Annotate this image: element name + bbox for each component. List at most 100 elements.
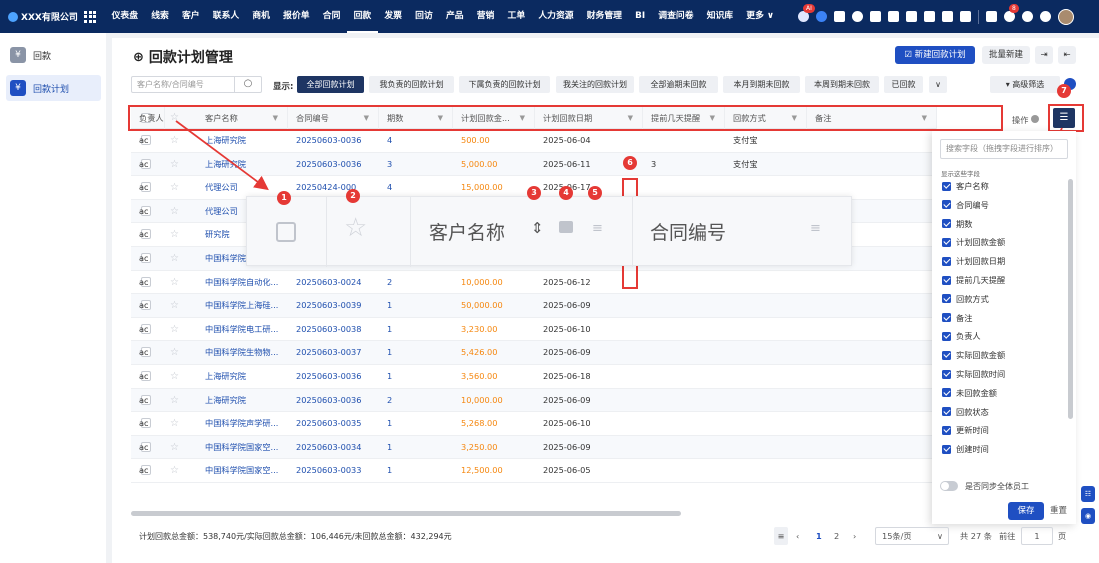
nav-item[interactable]: 报价单 — [277, 0, 317, 33]
star-icon[interactable]: ☆ — [170, 247, 179, 270]
cell-contract[interactable]: 20250603-0038 — [288, 318, 379, 341]
field-option[interactable]: 回款方式 — [942, 292, 989, 306]
field-option[interactable]: 提前几天提醒 — [942, 273, 1005, 287]
table-row[interactable]: ☆ 中国科学院电工研... 20250603-0038 1 3,230.00 2025-0… — [131, 318, 937, 342]
batch-new-button[interactable]: 批量新建 — [982, 46, 1030, 64]
field-checkbox[interactable] — [942, 313, 951, 323]
page-2[interactable]: 2 — [834, 527, 839, 545]
nav-item[interactable]: 知识库 — [700, 0, 740, 33]
nav-item[interactable]: 客户 — [175, 0, 206, 33]
cell-contract[interactable]: 20250603-0024 — [288, 271, 379, 294]
nav-item[interactable]: 回访 — [409, 0, 440, 33]
search-input[interactable]: 客户名称/合同编号 ○ — [131, 76, 262, 93]
cell-customer[interactable]: 中国科学院自动化... — [197, 271, 288, 294]
cell-contract[interactable]: 20250603-0036 — [288, 365, 379, 388]
field-option[interactable]: 创建时间 — [942, 442, 989, 456]
star-icon[interactable]: ☆ — [170, 365, 179, 388]
nav-item[interactable]: 发票 — [378, 0, 409, 33]
cell-customer[interactable]: 上海研究院 — [197, 365, 288, 388]
sync-toggle[interactable] — [940, 481, 958, 491]
cell-customer[interactable]: 中国科学院国家空... — [197, 436, 288, 459]
user-avatar[interactable] — [1058, 8, 1074, 25]
field-checkbox[interactable] — [942, 219, 951, 229]
float-tool-icon[interactable]: ☷ — [1081, 486, 1095, 502]
calendar-icon[interactable] — [960, 11, 971, 22]
field-checkbox[interactable] — [942, 331, 951, 341]
field-checkbox[interactable] — [942, 407, 951, 417]
approve-icon[interactable] — [870, 11, 881, 22]
company-logo[interactable]: XXX有限公司 — [0, 10, 84, 23]
apps-grid-icon[interactable] — [84, 10, 96, 23]
report-icon[interactable] — [986, 11, 997, 22]
horizontal-scrollbar[interactable] — [131, 511, 681, 516]
field-checkbox[interactable] — [942, 369, 951, 379]
contacts-icon[interactable] — [906, 11, 917, 22]
field-search-input[interactable]: 搜索字段（拖拽字段进行排序） — [940, 139, 1068, 159]
save-button[interactable]: 保存 — [1008, 502, 1044, 520]
filter-tab[interactable]: 全部逾期未回款 — [639, 76, 718, 93]
nav-item[interactable]: 营销 — [470, 0, 501, 33]
table-row[interactable]: ☆ 中国科学院上海硅... 20250603-0039 1 50,000.00 2025-… — [131, 294, 937, 318]
table-row[interactable]: ☆ 上海研究院 20250603-0036 1 3,560.00 2025-06-18 ac — [131, 365, 937, 389]
import-icon[interactable]: ⇥ — [1035, 46, 1053, 64]
filter-tab[interactable]: 全部回款计划 — [297, 76, 364, 93]
field-checkbox[interactable] — [942, 388, 951, 398]
list-view-icon[interactable]: ≡ — [774, 527, 788, 545]
phone-icon[interactable] — [942, 11, 953, 22]
field-option[interactable]: 客户名称 — [942, 179, 989, 193]
reset-button[interactable]: 重置 — [1050, 502, 1067, 520]
document-icon[interactable] — [924, 11, 935, 22]
cell-customer[interactable]: 上海研究院 — [197, 129, 288, 152]
nav-item[interactable]: 产品 — [439, 0, 470, 33]
chat-icon[interactable] — [816, 11, 827, 22]
table-row[interactable]: ☆ 中国科学院生物物... 20250603-0037 1 5,426.00 2025-0… — [131, 341, 937, 365]
field-option[interactable]: 计划回款金额 — [942, 235, 1005, 249]
star-icon[interactable]: ☆ — [170, 294, 179, 317]
table-row[interactable]: ☆ 上海研究院 20250603-0036 3 5,000.00 2025-06-11 3 支… — [131, 152, 937, 177]
filter-tab[interactable]: 已回款 — [884, 76, 923, 93]
float-chat-icon[interactable]: ◉ — [1081, 508, 1095, 524]
star-icon[interactable]: ☆ — [170, 129, 179, 152]
cell-customer[interactable]: 中国科学院上海硅... — [197, 294, 288, 317]
field-checkbox[interactable] — [942, 181, 951, 191]
table-row[interactable]: ☆ 中国科学院国家空... 20250603-0034 1 3,250.00 2025-0… — [131, 435, 937, 460]
star-icon[interactable]: ☆ — [170, 153, 179, 176]
nav-item[interactable]: 仪表盘 — [105, 0, 145, 33]
cell-contract[interactable]: 20250603-0035 — [288, 412, 379, 435]
mail-icon[interactable] — [888, 11, 899, 22]
field-option[interactable]: 负责人 — [942, 329, 981, 343]
page-size-select[interactable]: 15条/页 ∨ — [875, 527, 949, 545]
field-checkbox[interactable] — [942, 350, 951, 360]
cell-customer[interactable]: 中国科学院电工研... — [197, 318, 288, 341]
table-row[interactable]: ☆ 上海研究院 20250603-0036 4 500.00 2025-06-04 支付宝 a… — [131, 129, 937, 153]
table-row[interactable]: ☆ 中国科学院国家空... 20250603-0033 1 12,500.00 2025-… — [131, 459, 937, 483]
panel-scrollbar[interactable] — [1068, 179, 1073, 419]
flag-icon[interactable] — [834, 11, 845, 22]
globe-icon[interactable] — [852, 11, 863, 22]
nav-item[interactable]: 调查问卷 — [652, 0, 700, 33]
field-option[interactable]: 更新时间 — [942, 423, 989, 437]
cell-contract[interactable]: 20250603-0037 — [288, 341, 379, 364]
export-icon[interactable]: ⇤ — [1058, 46, 1076, 64]
nav-item[interactable]: BI — [629, 0, 652, 33]
field-option[interactable]: 备注 — [942, 311, 972, 325]
help-icon[interactable] — [1022, 11, 1033, 22]
nav-item[interactable]: 财务管理 — [580, 0, 628, 33]
nav-item[interactable]: 商机 — [246, 0, 277, 33]
nav-item[interactable]: 联系人 — [206, 0, 246, 33]
bell-icon[interactable]: 8 — [1004, 4, 1019, 22]
cell-customer[interactable]: 中国科学院国家空... — [197, 459, 288, 482]
cell-customer[interactable]: 上海研究院 — [197, 389, 288, 412]
field-checkbox[interactable] — [942, 444, 951, 454]
new-payment-plan-button[interactable]: ☑ 新建回款计划 — [895, 46, 975, 64]
nav-item[interactable]: 回款 — [346, 0, 378, 33]
prev-page-icon[interactable]: ‹ — [796, 527, 799, 545]
nav-item[interactable]: 工单 — [501, 0, 532, 33]
field-checkbox[interactable] — [942, 237, 951, 247]
star-icon[interactable]: ☆ — [170, 176, 179, 199]
next-page-icon[interactable]: › — [853, 527, 856, 545]
field-option[interactable]: 实际回款金额 — [942, 348, 1005, 362]
cell-contract[interactable]: 20250603-0034 — [288, 436, 379, 459]
cell-contract[interactable]: 20250603-0036 — [288, 389, 379, 412]
filter-tab[interactable]: 本周到期未回款 — [805, 76, 879, 93]
